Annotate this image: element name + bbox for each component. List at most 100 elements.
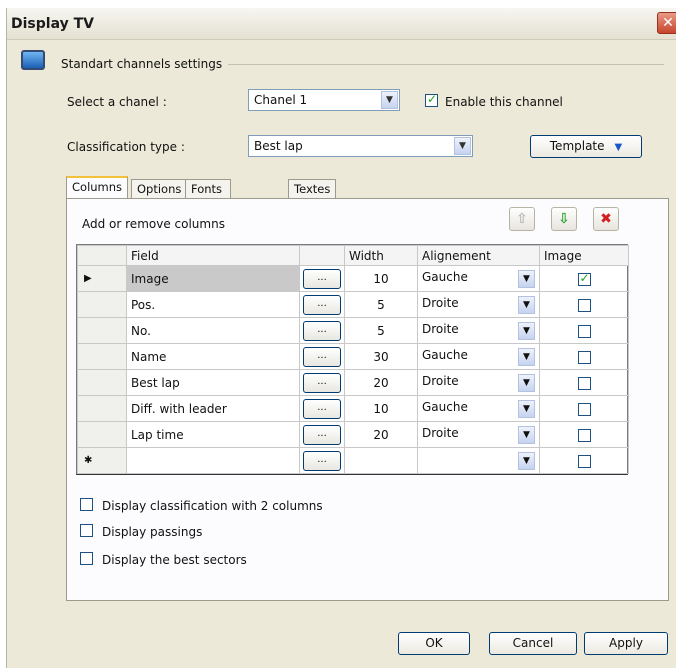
width-cell[interactable]: 5 — [344, 291, 418, 318]
image-cell — [539, 421, 629, 448]
table-row[interactable]: Best lap... 20 Droite ▼ — [77, 369, 629, 396]
chevron-down-icon[interactable]: ▼ — [518, 451, 535, 470]
width-cell[interactable]: 20 — [344, 421, 418, 448]
chevron-down-icon[interactable]: ▼ — [454, 137, 471, 155]
template-button-label: Template — [549, 139, 605, 153]
image-checkbox[interactable] — [577, 454, 591, 468]
image-checkbox[interactable] — [577, 298, 591, 312]
table-row[interactable]: Lap time... 20 Droite ▼ — [77, 421, 629, 448]
chevron-down-icon[interactable]: ▼ — [518, 347, 535, 366]
width-cell[interactable]: 10 — [344, 265, 418, 292]
browse-button[interactable]: ... — [303, 450, 341, 471]
row-marker[interactable] — [77, 291, 127, 318]
width-cell[interactable]: 20 — [344, 369, 418, 396]
row-marker[interactable]: ▶ — [77, 265, 127, 292]
width-cell[interactable]: 30 — [344, 343, 418, 370]
chevron-down-icon[interactable]: ▼ — [518, 425, 535, 444]
alignment-cell[interactable]: Gauche ▼ — [417, 395, 540, 422]
image-cell — [539, 395, 629, 422]
image-cell — [539, 291, 629, 318]
alignment-cell[interactable]: Droite ▼ — [417, 421, 540, 448]
dots-cell: ... — [299, 395, 345, 422]
image-checkbox[interactable] — [577, 324, 591, 338]
image-checkbox[interactable] — [577, 402, 591, 416]
header-field: Field — [126, 245, 300, 266]
table-row[interactable]: Pos.... 5 Droite ▼ — [77, 291, 629, 318]
image-checkbox[interactable] — [577, 271, 591, 286]
alignment-cell[interactable]: ▼ — [417, 447, 540, 474]
row-marker[interactable] — [77, 421, 127, 448]
chevron-down-icon[interactable]: ▼ — [518, 321, 535, 340]
dots-cell: ... — [299, 291, 345, 318]
browse-button[interactable]: ... — [303, 398, 341, 419]
table-row[interactable]: ▶ Image... 10 Gauche ▼ — [77, 265, 629, 292]
table-row[interactable]: Diff. with leader... 10 Gauche ▼ — [77, 395, 629, 422]
browse-button[interactable]: ... — [303, 372, 341, 393]
row-marker[interactable] — [77, 317, 127, 344]
alignment-cell[interactable]: Gauche ▼ — [417, 343, 540, 370]
row-marker[interactable] — [77, 369, 127, 396]
browse-button[interactable]: ... — [303, 294, 341, 315]
row-marker[interactable]: ✱ — [77, 447, 127, 474]
image-checkbox[interactable] — [577, 428, 591, 442]
alignment-cell[interactable]: Droite ▼ — [417, 317, 540, 344]
cancel-button[interactable]: Cancel — [489, 632, 577, 655]
classification-value: Best lap — [254, 139, 303, 153]
image-checkbox[interactable] — [577, 350, 591, 364]
two-columns-checkbox[interactable] — [80, 498, 93, 511]
move-up-icon[interactable]: ⇧ — [509, 207, 535, 231]
channel-select[interactable]: Chanel 1 ▼ — [248, 89, 400, 111]
field-cell[interactable] — [126, 447, 300, 474]
alignment-cell[interactable]: Gauche ▼ — [417, 265, 540, 292]
width-cell[interactable]: 5 — [344, 317, 418, 344]
grid-header-row: Field Width Alignement Image — [77, 245, 629, 266]
ok-button[interactable]: OK — [398, 632, 470, 655]
field-cell[interactable]: Pos. — [126, 291, 300, 318]
dots-cell: ... — [299, 343, 345, 370]
width-cell[interactable]: 10 — [344, 395, 418, 422]
enable-channel-checkbox[interactable] — [425, 92, 438, 107]
table-row[interactable]: No.... 5 Droite ▼ — [77, 317, 629, 344]
delete-icon[interactable]: ✖ — [593, 207, 619, 231]
tab-options[interactable]: Options — [131, 179, 188, 198]
alignment-cell[interactable]: Droite ▼ — [417, 291, 540, 318]
chevron-down-icon[interactable]: ▼ — [518, 399, 535, 418]
browse-button[interactable]: ... — [303, 424, 341, 445]
row-marker[interactable] — [77, 343, 127, 370]
passings-checkbox[interactable] — [80, 524, 93, 537]
two-columns-label: Display classification with 2 columns — [102, 499, 323, 513]
image-cell — [539, 265, 629, 292]
row-marker[interactable] — [77, 395, 127, 422]
header-width: Width — [344, 245, 418, 266]
table-row[interactable]: Name... 30 Gauche ▼ — [77, 343, 629, 370]
dropdown-arrow-icon: ▼ — [614, 142, 623, 153]
chevron-down-icon[interactable]: ▼ — [518, 295, 535, 314]
image-checkbox[interactable] — [577, 376, 591, 390]
tab-textes[interactable]: Textes — [288, 179, 337, 198]
field-cell[interactable]: Image — [126, 265, 300, 292]
browse-button[interactable]: ... — [303, 346, 341, 367]
move-down-icon[interactable]: ⇩ — [551, 207, 577, 231]
close-icon[interactable]: ✕ — [657, 12, 676, 34]
classification-select[interactable]: Best lap ▼ — [248, 135, 473, 157]
alignment-cell[interactable]: Droite ▼ — [417, 369, 540, 396]
field-cell[interactable]: No. — [126, 317, 300, 344]
apply-button[interactable]: Apply — [584, 632, 668, 655]
best-sectors-checkbox[interactable] — [80, 552, 93, 565]
field-cell[interactable]: Diff. with leader — [126, 395, 300, 422]
field-cell[interactable]: Name — [126, 343, 300, 370]
dots-cell: ... — [299, 265, 345, 292]
tab-columns[interactable]: Columns — [66, 176, 129, 199]
dots-cell: ... — [299, 447, 345, 474]
table-row[interactable]: ✱... ▼ — [77, 447, 629, 474]
browse-button[interactable]: ... — [303, 320, 341, 341]
chevron-down-icon[interactable]: ▼ — [518, 373, 535, 392]
field-cell[interactable]: Best lap — [126, 369, 300, 396]
chevron-down-icon[interactable]: ▼ — [518, 269, 535, 288]
tab-fonts-and-colors[interactable]: Fonts and colors — [185, 179, 232, 224]
width-cell[interactable] — [344, 447, 418, 474]
browse-button[interactable]: ... — [303, 268, 341, 289]
template-button[interactable]: Template ▼ — [530, 135, 642, 158]
chevron-down-icon[interactable]: ▼ — [381, 91, 398, 109]
field-cell[interactable]: Lap time — [126, 421, 300, 448]
